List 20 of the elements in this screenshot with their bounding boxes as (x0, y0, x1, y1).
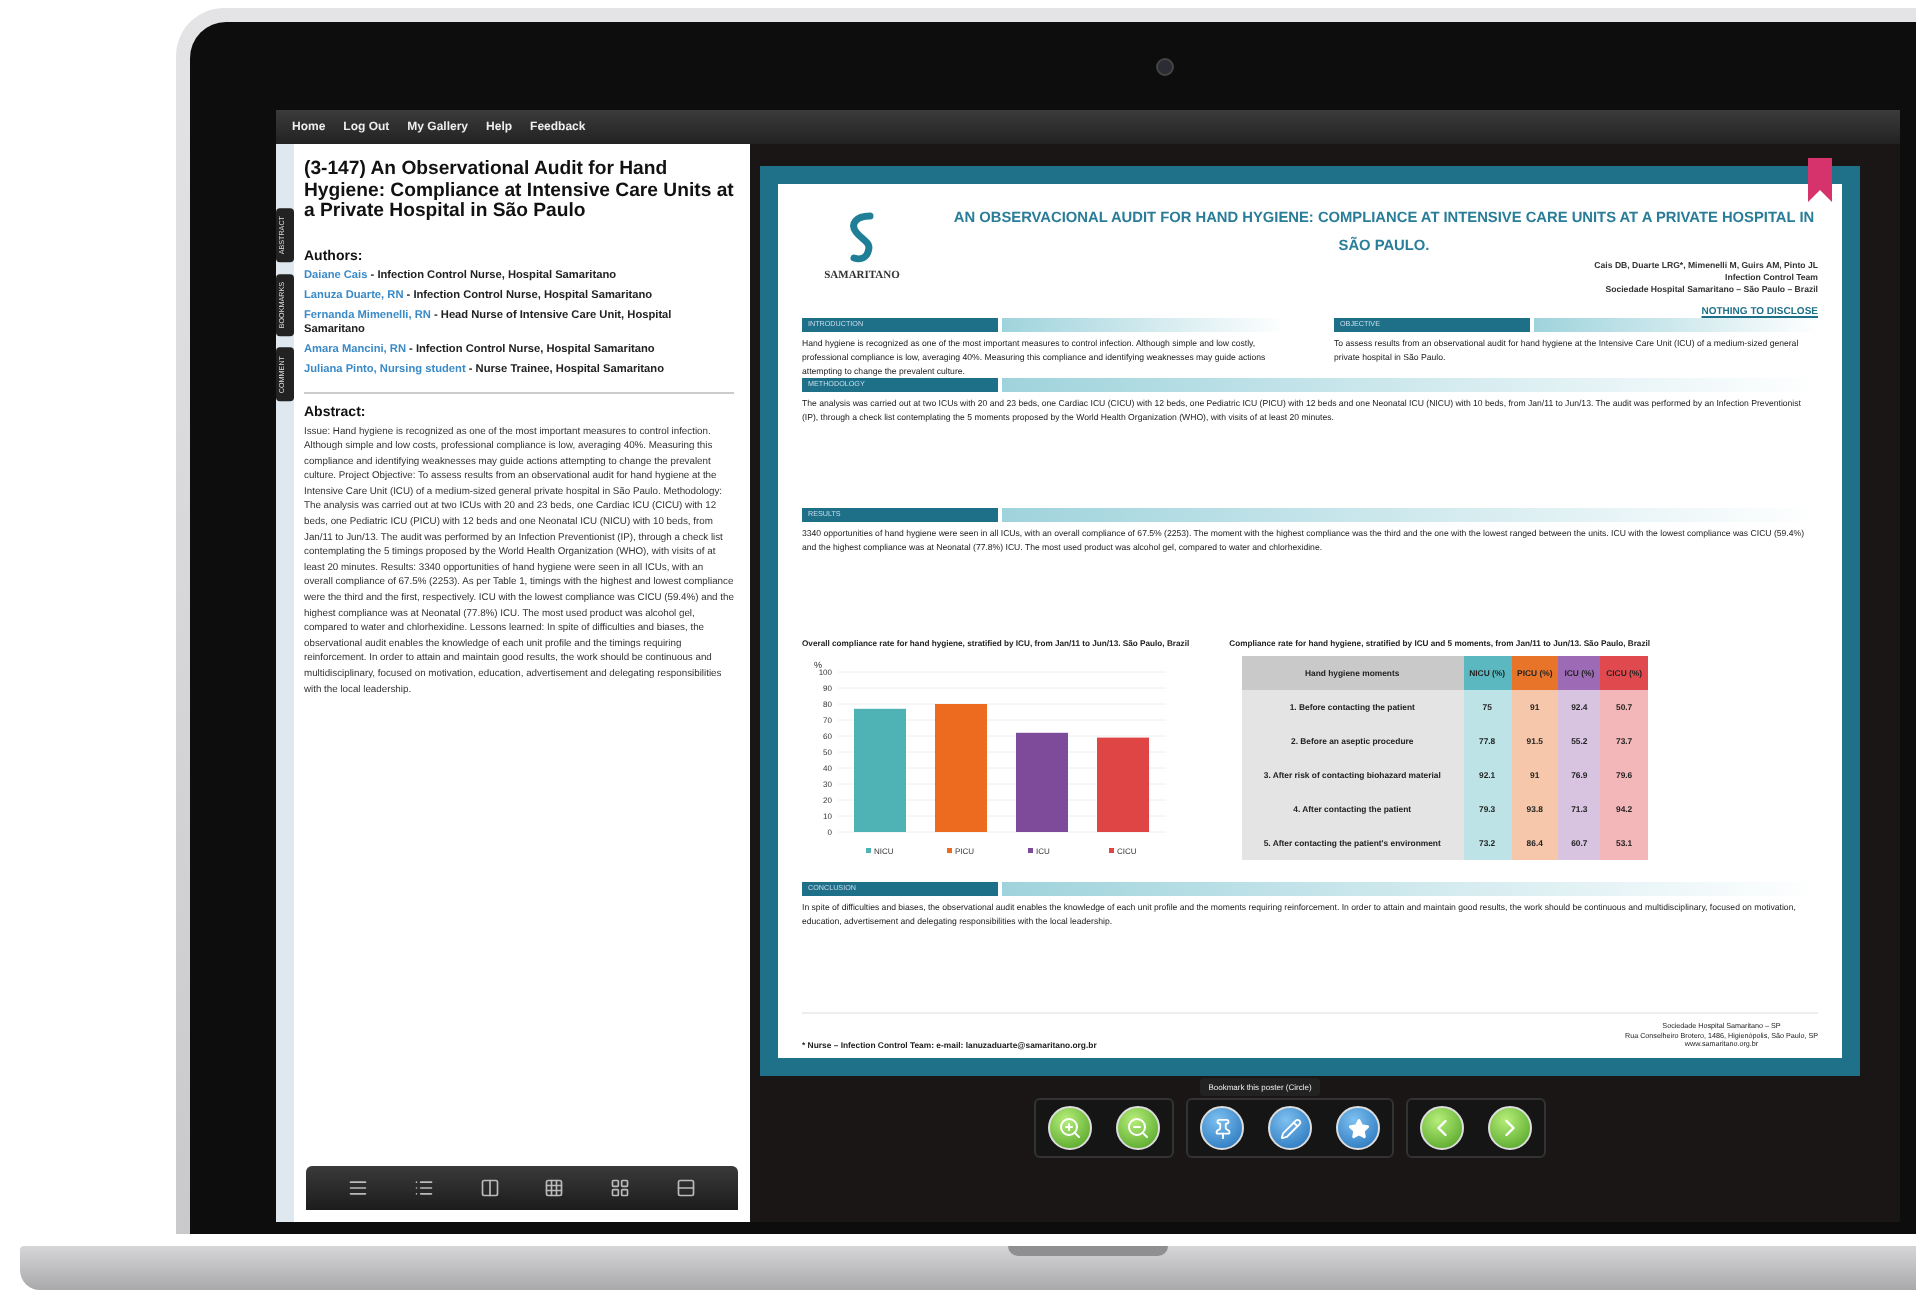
zoom-out-button[interactable] (1116, 1106, 1160, 1150)
pencil-button[interactable] (1268, 1106, 1312, 1150)
star-button[interactable] (1336, 1106, 1380, 1150)
poster-title: (3-147) An Observational Audit for Hand Hygiene: Compliance at Intensive Care Units at a Private Hospital in São Paulo (304, 160, 734, 223)
bookmark-ribbon-icon (1808, 158, 1832, 202)
camera-icon (1156, 57, 1174, 75)
previous-button[interactable] (1420, 1106, 1464, 1150)
layout-icon[interactable] (609, 1178, 630, 1198)
zoom-out-icon (1126, 1116, 1150, 1140)
star-icon (1347, 1117, 1369, 1139)
layout-icon[interactable] (479, 1178, 500, 1198)
pin-button[interactable] (1200, 1106, 1244, 1150)
pin-icon (1211, 1117, 1233, 1139)
layout-icon[interactable] (675, 1178, 696, 1198)
zoom-in-button[interactable] (1048, 1106, 1092, 1150)
next-button[interactable] (1488, 1106, 1532, 1150)
pencil-icon (1279, 1117, 1301, 1139)
layout-icon[interactable] (544, 1178, 565, 1198)
layout-icon[interactable] (348, 1178, 369, 1198)
zoom-in-icon (1058, 1116, 1082, 1140)
